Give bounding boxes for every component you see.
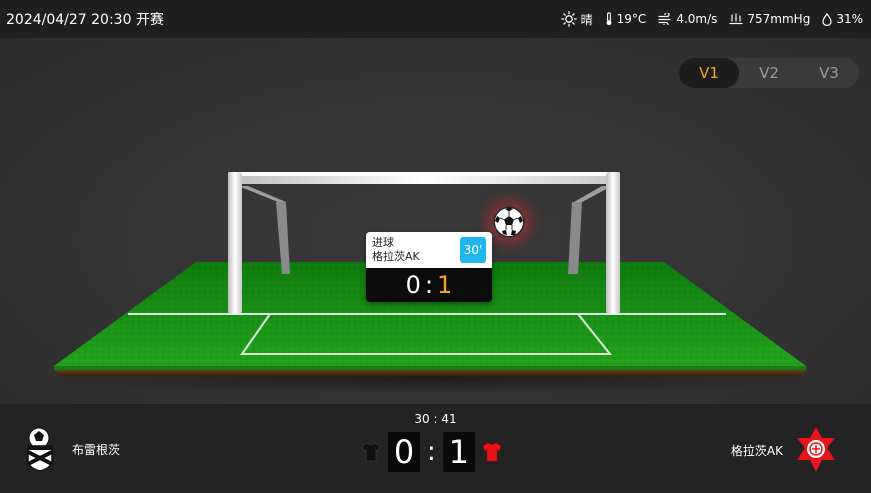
event-away-score: 1 xyxy=(437,271,453,299)
thermometer-icon xyxy=(606,12,612,26)
pressure-icon xyxy=(729,13,743,25)
match-clock: 30 : 41 xyxy=(414,412,457,426)
temperature-value: 19°C xyxy=(616,12,647,26)
soccer-ball-icon xyxy=(493,206,525,238)
weather-wind: 4.0m/s xyxy=(658,12,717,26)
event-minute-badge: 30' xyxy=(460,237,486,263)
score-separator: : xyxy=(427,437,436,467)
weather-condition-label: 晴 xyxy=(580,12,593,27)
weather-condition: 晴 xyxy=(560,11,593,28)
main-score: 0 : 1 xyxy=(360,432,503,472)
tab-v3[interactable]: V3 xyxy=(799,58,859,88)
away-score: 1 xyxy=(442,432,475,472)
away-team-name: 格拉茨AK xyxy=(730,443,783,458)
home-team[interactable]: 布雷根茨 xyxy=(22,426,120,472)
away-team-logo xyxy=(797,427,835,472)
weather-temperature: 19°C xyxy=(605,12,647,26)
tab-v2[interactable]: V2 xyxy=(739,58,799,88)
weather-info: 晴 19°C 4.0m/s 757mmHg 31% xyxy=(560,11,863,28)
pressure-value: 757mmHg xyxy=(747,12,811,26)
score-bar: 30 : 41 布雷根茨 0 : 1 格拉茨AK xyxy=(0,404,871,493)
away-team[interactable]: 格拉茨AK xyxy=(731,426,837,474)
wind-value: 4.0m/s xyxy=(676,12,718,26)
sun-icon xyxy=(560,11,577,27)
tab-v1[interactable]: V1 xyxy=(679,58,739,88)
humidity-value: 31% xyxy=(836,12,863,26)
pitch-edge xyxy=(54,366,806,370)
weather-humidity: 31% xyxy=(822,12,863,26)
pitch-graphic xyxy=(30,172,830,394)
home-kit-icon xyxy=(361,442,381,462)
match-datetime: 2024/04/27 20:30 开赛 xyxy=(6,12,164,28)
weather-pressure: 757mmHg xyxy=(729,12,810,26)
event-score: 0 : 1 xyxy=(366,268,492,302)
match-tracker: 2024/04/27 20:30 开赛 晴 19°C 4.0m/s 757mmH… xyxy=(0,0,871,493)
away-kit-icon xyxy=(482,442,502,462)
home-team-logo xyxy=(27,427,53,472)
droplet-icon xyxy=(822,12,832,26)
wind-icon xyxy=(658,13,671,25)
pitch-soil xyxy=(54,370,806,376)
event-home-score: 0 xyxy=(405,271,421,299)
view-tabs: V1 V2 V3 xyxy=(679,58,859,88)
home-team-name: 布雷根茨 xyxy=(72,442,121,457)
event-info: 进球 格拉茨AK 30' xyxy=(366,232,492,268)
top-bar: 2024/04/27 20:30 开赛 晴 19°C 4.0m/s 757mmH… xyxy=(0,0,871,38)
goal-event-card: 进球 格拉茨AK 30' 0 : 1 xyxy=(366,232,492,302)
pitch-stage: V1 V2 V3 进球 格拉茨AK 30' 0: 1 xyxy=(0,38,871,404)
home-score: 0 xyxy=(388,432,420,472)
event-score-separator: : xyxy=(424,271,434,299)
